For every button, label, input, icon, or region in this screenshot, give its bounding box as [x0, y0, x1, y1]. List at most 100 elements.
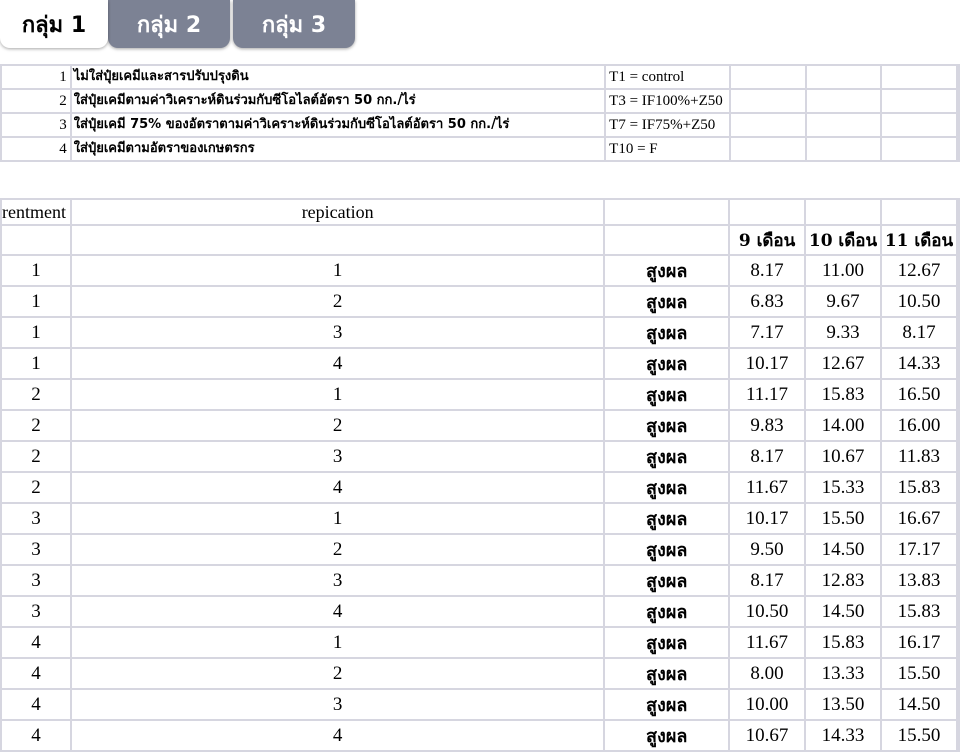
value-cell: 10.00 — [728, 688, 807, 721]
table-row: 4 4 สูงผล 10.67 14.33 15.50 — [0, 719, 960, 752]
table-row: 4 2 สูงผล 8.00 13.33 15.50 — [0, 657, 960, 690]
value-cell: 9.67 — [804, 285, 882, 318]
empty-cell[interactable] — [955, 347, 960, 380]
value-cell: 12.83 — [804, 564, 882, 597]
empty-cell[interactable] — [729, 64, 807, 90]
empty-cell[interactable] — [955, 378, 960, 411]
legend-row: 4 ใส่ปุ๋ยเคมีตามอัตราของเกษตรกร T10 = F — [0, 136, 960, 162]
header-empty[interactable] — [955, 224, 960, 256]
value-cell: 12.67 — [804, 347, 882, 380]
table-row: 3 2 สูงผล 9.50 14.50 17.17 — [0, 533, 960, 566]
empty-cell[interactable] — [955, 502, 960, 535]
empty-cell[interactable] — [729, 112, 807, 138]
treatment-number: 4 — [0, 136, 72, 162]
treatment-cell: 1 — [0, 347, 72, 380]
empty-cell[interactable] — [955, 88, 960, 114]
empty-cell[interactable] — [880, 136, 958, 162]
empty-cell[interactable] — [955, 440, 960, 473]
value-cell: 10.50 — [728, 595, 807, 628]
empty-cell[interactable] — [955, 719, 960, 752]
measure-label-cell: สูงผล — [603, 719, 731, 752]
value-cell: 9.83 — [728, 409, 807, 442]
empty-cell[interactable] — [955, 112, 960, 138]
header-empty[interactable] — [955, 198, 960, 226]
legend-row: 3 ใส่ปุ๋ยเคมี 75% ของอัตราตามค่าวิเคราะห์… — [0, 112, 960, 138]
empty-cell[interactable] — [955, 285, 960, 318]
measure-label-cell: สูงผล — [603, 316, 731, 349]
value-cell: 15.50 — [879, 719, 958, 752]
tab-group-1[interactable]: กลุ่ม 1 — [0, 0, 108, 48]
empty-cell[interactable] — [955, 595, 960, 628]
header-empty[interactable] — [879, 198, 958, 226]
measure-label-cell: สูงผล — [603, 440, 731, 473]
empty-cell[interactable] — [955, 533, 960, 566]
header-month-11: 11 เดือน — [879, 224, 958, 256]
header-empty[interactable] — [603, 224, 731, 256]
value-cell: 10.67 — [804, 440, 882, 473]
table-row: 4 1 สูงผล 11.67 15.83 16.17 — [0, 626, 960, 659]
value-cell: 9.33 — [804, 316, 882, 349]
value-cell: 16.17 — [879, 626, 958, 659]
empty-cell[interactable] — [880, 64, 958, 90]
month-header-row: 9 เดือน 10 เดือน 11 เดือน — [0, 224, 960, 256]
empty-cell[interactable] — [804, 112, 883, 138]
value-cell: 13.83 — [879, 564, 958, 597]
value-cell: 15.33 — [804, 471, 882, 504]
table-row: 2 1 สูงผล 11.17 15.83 16.50 — [0, 378, 960, 411]
value-cell: 15.83 — [804, 378, 882, 411]
value-cell: 14.50 — [804, 595, 882, 628]
header-empty[interactable] — [728, 198, 807, 226]
tab-group-3[interactable]: กลุ่ม 3 — [233, 0, 355, 48]
header-empty[interactable] — [0, 224, 72, 256]
empty-cell[interactable] — [880, 112, 958, 138]
replication-cell: 3 — [69, 688, 606, 721]
empty-cell[interactable] — [955, 64, 960, 90]
measure-label-cell: สูงผล — [603, 471, 731, 504]
table-row: 1 2 สูงผล 6.83 9.67 10.50 — [0, 285, 960, 318]
empty-cell[interactable] — [804, 88, 883, 114]
value-cell: 12.67 — [879, 254, 958, 287]
empty-cell[interactable] — [955, 564, 960, 597]
treatment-cell: 3 — [0, 502, 72, 535]
empty-cell[interactable] — [804, 136, 883, 162]
table-row: 1 3 สูงผล 7.17 9.33 8.17 — [0, 316, 960, 349]
treatment-cell: 1 — [0, 254, 72, 287]
empty-cell[interactable] — [955, 409, 960, 442]
header-empty[interactable] — [804, 198, 882, 226]
empty-cell[interactable] — [955, 657, 960, 690]
replication-cell: 2 — [69, 533, 606, 566]
empty-cell[interactable] — [955, 688, 960, 721]
value-cell: 16.50 — [879, 378, 958, 411]
treatment-description: ไม่ใส่ปุ๋ยเคมีและสารปรับปรุงดิน — [69, 64, 607, 90]
treatment-cell: 2 — [0, 440, 72, 473]
empty-cell[interactable] — [955, 626, 960, 659]
treatment-code: T10 = F — [604, 136, 732, 162]
treatment-cell: 4 — [0, 688, 72, 721]
replication-cell: 4 — [69, 347, 606, 380]
empty-cell[interactable] — [880, 88, 958, 114]
value-cell: 14.33 — [879, 347, 958, 380]
value-cell: 10.50 — [879, 285, 958, 318]
treatment-number: 1 — [0, 64, 72, 90]
value-cell: 10.67 — [728, 719, 807, 752]
value-cell: 8.00 — [728, 657, 807, 690]
replication-cell: 1 — [69, 254, 606, 287]
value-cell: 14.33 — [804, 719, 882, 752]
empty-cell[interactable] — [729, 136, 807, 162]
replication-cell: 4 — [69, 471, 606, 504]
empty-cell[interactable] — [804, 64, 883, 90]
header-empty[interactable] — [603, 198, 731, 226]
empty-cell[interactable] — [729, 88, 807, 114]
tab-group-2[interactable]: กลุ่ม 2 — [108, 0, 230, 48]
empty-cell[interactable] — [955, 254, 960, 287]
replication-cell: 2 — [69, 409, 606, 442]
empty-cell[interactable] — [955, 471, 960, 504]
measure-label-cell: สูงผล — [603, 502, 731, 535]
empty-cell[interactable] — [955, 316, 960, 349]
header-treatment: rentment — [0, 198, 72, 226]
treatment-description: ใส่ปุ๋ยเคมีตามอัตราของเกษตรกร — [69, 136, 607, 162]
value-cell: 17.17 — [879, 533, 958, 566]
header-empty[interactable] — [69, 224, 606, 256]
empty-cell[interactable] — [955, 136, 960, 162]
value-cell: 15.83 — [804, 626, 882, 659]
